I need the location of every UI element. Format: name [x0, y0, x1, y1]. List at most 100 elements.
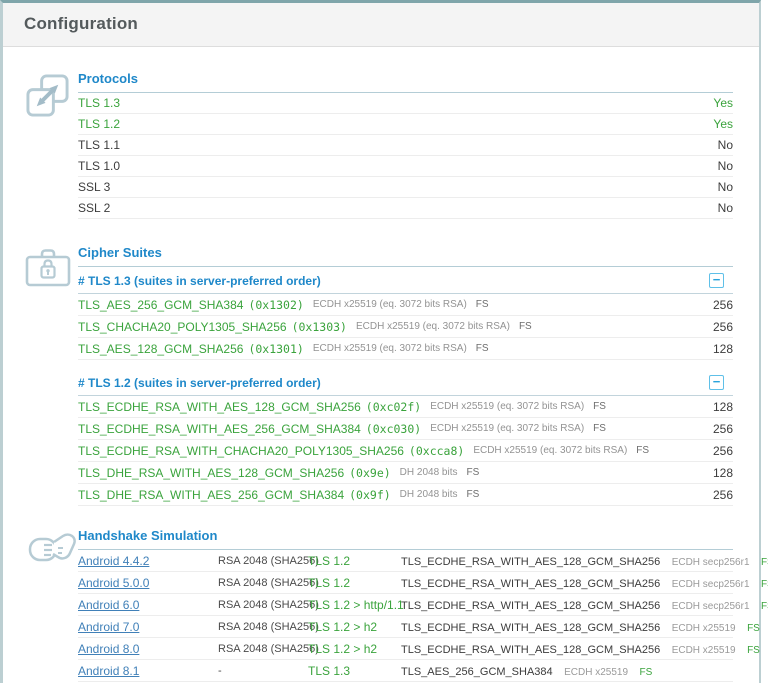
client-link[interactable]: Android 5.0.0 [78, 576, 149, 590]
key-exchange-info: ECDH x25519 [671, 622, 736, 634]
client-link[interactable]: Android 8.0 [78, 642, 139, 656]
cipher-strength-bits: 128 [712, 399, 733, 414]
cipher-suite-row: TLS_DHE_RSA_WITH_AES_128_GCM_SHA256 (0x9… [78, 462, 733, 484]
negotiated-cipher-cell: TLS_ECDHE_RSA_WITH_AES_128_GCM_SHA256 EC… [401, 552, 768, 570]
negotiated-protocol: TLS 1.2 [308, 575, 351, 590]
forward-secrecy-flag: FS [747, 644, 760, 656]
negotiated-cipher: TLS_AES_256_GCM_SHA384 [401, 665, 553, 678]
minus-icon: − [712, 374, 721, 389]
cipher-hex-code: (0xc030) [365, 421, 422, 436]
protocol-row: SSL 2 No [78, 198, 733, 219]
forward-secrecy-flag: FS [466, 489, 480, 500]
handshake-simulation-section: Handshake Simulation Android 4.4.2 RSA 2… [3, 528, 768, 682]
cipher-hex-code: (0x1303) [291, 319, 347, 334]
negotiated-cipher-cell: TLS_ECDHE_RSA_WITH_AES_128_GCM_SHA256 EC… [401, 574, 768, 592]
cipher-group-header: # TLS 1.2 (suites in server-preferred or… [78, 369, 733, 396]
cipher-name: TLS_ECDHE_RSA_WITH_AES_128_GCM_SHA256 [78, 399, 361, 414]
cipher-name: TLS_ECDHE_RSA_WITH_AES_256_GCM_SHA384 [78, 421, 361, 436]
cipher-group-header-label: # TLS 1.3 (suites in server-preferred or… [78, 273, 321, 288]
forward-secrecy-flag: FS [593, 401, 606, 412]
cipher-suites-section: Cipher Suites # TLS 1.3 (suites in serve… [3, 245, 759, 506]
handshake-simulation-title: Handshake Simulation [78, 528, 733, 550]
protocol-row: SSL 3 No [78, 177, 733, 198]
protocol-value: No [717, 201, 733, 215]
protocol-row: TLS 1.2 Yes [78, 114, 733, 135]
expand-arrows-icon [26, 74, 69, 117]
protocols-icon-column [25, 71, 78, 219]
protocol-row: TLS 1.0 No [78, 156, 733, 177]
negotiated-protocol: TLS 1.2 [308, 553, 351, 568]
key-exchange-info: ECDH x25519 [564, 666, 629, 678]
cipher-group-header-label: # TLS 1.2 (suites in server-preferred or… [78, 375, 321, 390]
protocol-value: Yes [713, 96, 733, 110]
cipher-name: TLS_DHE_RSA_WITH_AES_256_GCM_SHA384 [78, 487, 345, 502]
negotiated-protocol: TLS 1.2 > h2 [308, 641, 378, 656]
cipher-name: TLS_AES_256_GCM_SHA384 [78, 297, 244, 312]
collapse-group-button[interactable]: − [709, 375, 724, 390]
protocol-value: No [717, 180, 733, 194]
cipher-group-header: # TLS 1.3 (suites in server-preferred or… [78, 267, 733, 294]
key-exchange-info: ECDH secp256r1 [671, 600, 750, 612]
protocols-title: Protocols [78, 71, 733, 93]
negotiated-cipher: TLS_ECDHE_RSA_WITH_AES_128_GCM_SHA256 [401, 577, 661, 590]
cipher-suites-title: Cipher Suites [78, 245, 733, 267]
client-link[interactable]: Android 4.4.2 [78, 554, 149, 568]
collapse-group-button[interactable]: − [709, 273, 724, 288]
forward-secrecy-flag: FS [639, 666, 653, 678]
cipher-suite-row: TLS_DHE_RSA_WITH_AES_256_GCM_SHA384 (0x9… [78, 484, 733, 506]
cipher-hex-code: (0x9f) [349, 487, 391, 502]
negotiated-cipher: TLS_ECDHE_RSA_WITH_AES_128_GCM_SHA256 [401, 643, 661, 656]
negotiated-cipher: TLS_ECDHE_RSA_WITH_AES_128_GCM_SHA256 [401, 555, 661, 568]
client-link[interactable]: Android 7.0 [78, 620, 139, 634]
protocol-name: TLS 1.2 [78, 117, 121, 131]
cipher-suite-row: TLS_ECDHE_RSA_WITH_AES_256_GCM_SHA384 (0… [78, 418, 733, 440]
cipher-strength-bits: 256 [712, 487, 733, 502]
handshake-row: Android 7.0 RSA 2048 (SHA256) TLS 1.2 > … [78, 616, 760, 638]
handshake-row: Android 8.0 RSA 2048 (SHA256) TLS 1.2 > … [78, 638, 760, 660]
protocol-row: TLS 1.3 Yes [78, 93, 733, 114]
key-type: RSA 2048 (SHA256) [218, 554, 319, 567]
forward-secrecy-flag: FS [760, 556, 768, 568]
client-link[interactable]: Android 6.0 [78, 598, 139, 612]
key-exchange-info: ECDH x25519 (eq. 3072 bits RSA) [355, 321, 510, 332]
key-exchange-info: DH 2048 bits [399, 467, 458, 478]
forward-secrecy-flag: FS [747, 622, 760, 634]
client-link[interactable]: Android 8.1 [78, 664, 139, 678]
forward-secrecy-flag: FS [518, 321, 532, 332]
cipher-suite-row: TLS_CHACHA20_POLY1305_SHA256 (0x1303) EC… [78, 316, 733, 338]
cipher-name: TLS_CHACHA20_POLY1305_SHA256 [78, 319, 287, 334]
forward-secrecy-flag: FS [760, 600, 768, 612]
page-title: Configuration [24, 14, 139, 33]
cipher-name: TLS_ECDHE_RSA_WITH_CHACHA20_POLY1305_SHA… [78, 443, 404, 458]
key-type: - [218, 664, 222, 677]
negotiated-cipher: TLS_ECDHE_RSA_WITH_AES_128_GCM_SHA256 [401, 621, 661, 634]
key-exchange-info: ECDH x25519 (eq. 3072 bits RSA) [312, 343, 467, 354]
cipher-strength-bits: 256 [712, 443, 733, 458]
cipher-hex-code: (0x1301) [248, 341, 304, 356]
forward-secrecy-flag: FS [475, 299, 489, 310]
protocol-name: SSL 2 [78, 201, 111, 215]
handshake-row: Android 4.4.2 RSA 2048 (SHA256) TLS 1.2 … [78, 550, 768, 572]
key-type: RSA 2048 (SHA256) [218, 576, 319, 589]
cipher-strength-bits: 128 [712, 465, 733, 480]
key-exchange-info: ECDH secp256r1 [671, 578, 750, 590]
protocol-name: TLS 1.0 [78, 159, 121, 173]
forward-secrecy-flag: FS [475, 343, 489, 354]
key-exchange-info: ECDH x25519 (eq. 3072 bits RSA) [473, 445, 628, 456]
briefcase-lock-icon [25, 249, 71, 287]
cipher-suites-icon-column [25, 245, 78, 506]
cipher-hex-code: (0xc02f) [365, 399, 422, 414]
cipher-name: TLS_AES_128_GCM_SHA256 [78, 341, 244, 356]
protocol-name: TLS 1.3 [78, 96, 121, 110]
cipher-strength-bits: 256 [712, 421, 733, 436]
forward-secrecy-flag: FS [760, 578, 768, 590]
cipher-hex-code: (0xcca8) [408, 443, 465, 458]
handshake-row: Android 8.1 - TLS 1.3 TLS_AES_256_GCM_SH… [78, 660, 733, 682]
cipher-suite-row: TLS_AES_256_GCM_SHA384 (0x1302) ECDH x25… [78, 294, 733, 316]
key-type: RSA 2048 (SHA256) [218, 598, 319, 611]
protocol-value: No [717, 138, 733, 152]
handshake-row: Android 5.0.0 RSA 2048 (SHA256) TLS 1.2 … [78, 572, 768, 594]
negotiated-cipher-cell: TLS_ECDHE_RSA_WITH_AES_128_GCM_SHA256 EC… [401, 640, 760, 658]
panel-header: Configuration [3, 3, 759, 47]
negotiated-cipher-cell: TLS_ECDHE_RSA_WITH_AES_128_GCM_SHA256 EC… [401, 618, 760, 636]
